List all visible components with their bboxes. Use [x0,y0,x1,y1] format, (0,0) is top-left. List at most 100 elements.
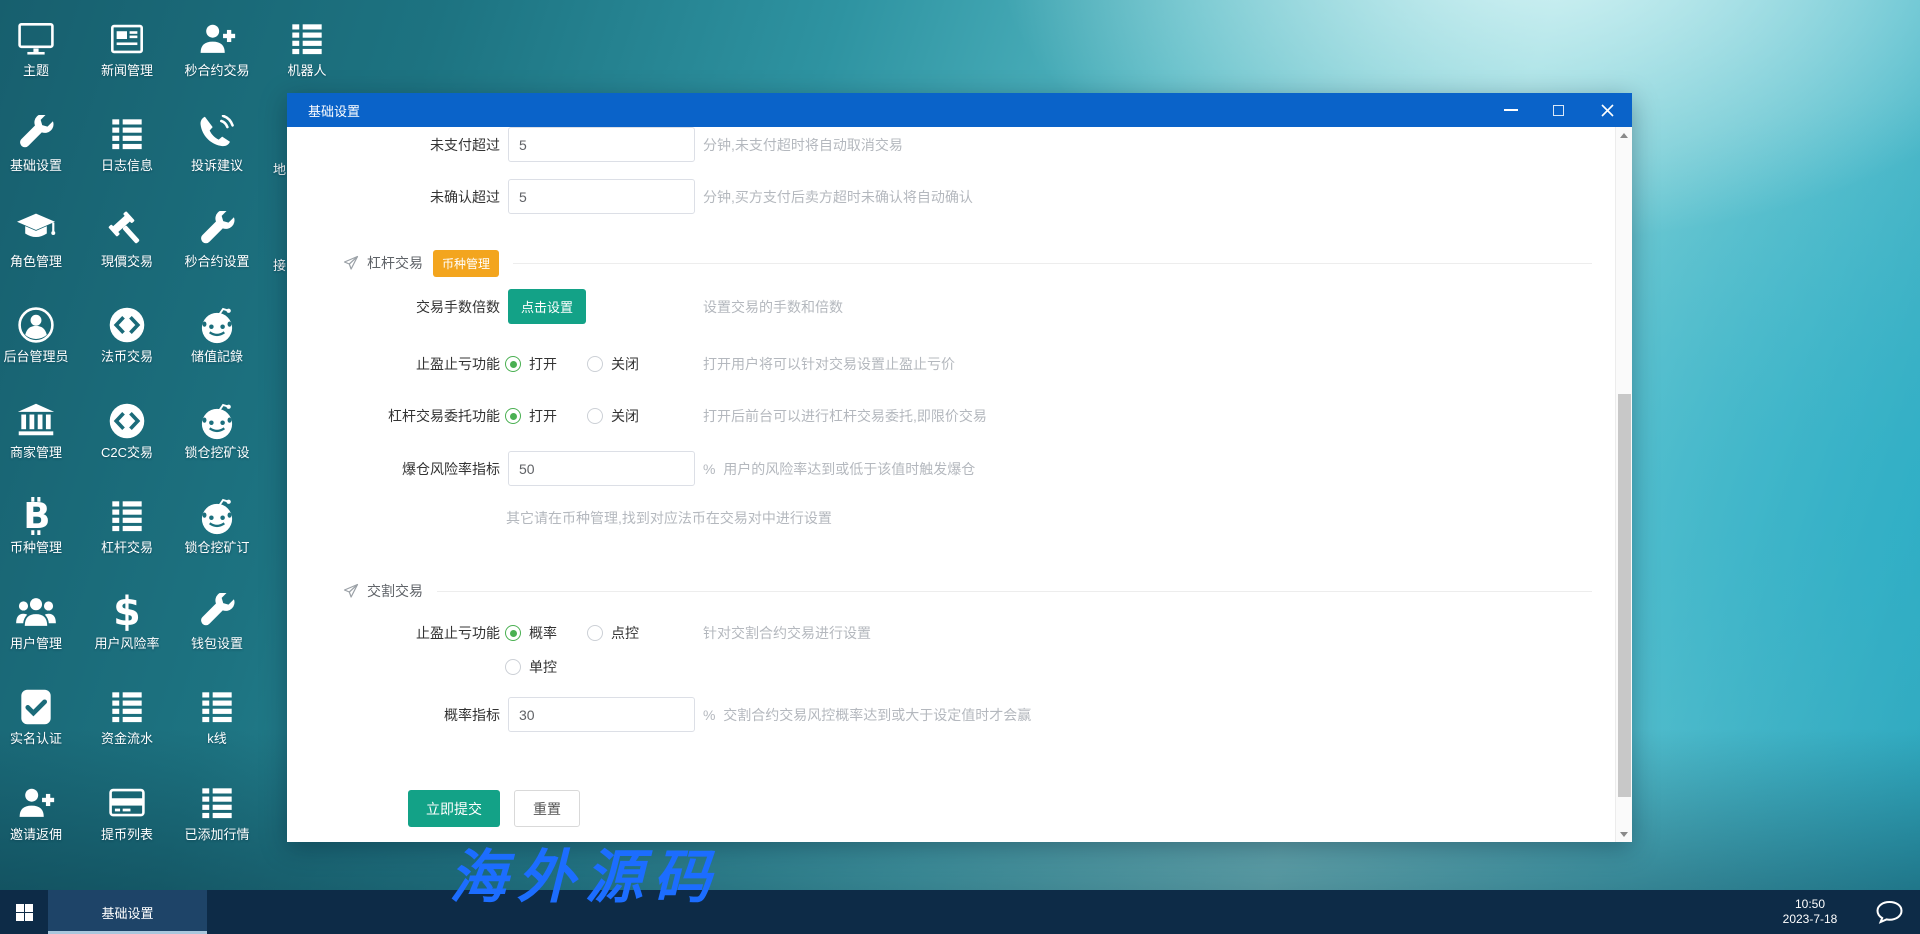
desktop-icon-label: 储值記錄 [190,349,243,364]
probability-indicator-input[interactable] [508,697,695,732]
reset-button[interactable]: 重置 [514,790,580,827]
window-titlebar[interactable]: 基础设置 [287,93,1632,127]
radio-unselected-icon [587,408,603,424]
section-title: 杠杆交易 [367,255,423,271]
wrench-icon [162,593,272,631]
radio-option-label: 概率 [529,625,557,641]
field-helper-text: 打开用户将可以针对交易设置止盈止亏价 [703,356,955,372]
svg-text:$: $ [113,593,141,631]
taskbar-item-label: 基础设置 [101,905,154,921]
form-row-delivery-stop-profit-loss: 止盈止亏功能 概率 点控 针对交割合约交易进行设置 [287,621,1615,645]
desktop-icon[interactable]: 投诉建议 [162,115,272,173]
field-label: 爆仓风险率指标 [402,460,500,477]
field-label: 止盈止亏功能 [416,625,500,641]
liquidation-risk-rate-input[interactable] [508,451,695,486]
scrollbar-down-arrow[interactable] [1616,826,1632,842]
field-label: 止盈止亏功能 [416,356,500,372]
desktop-icon[interactable]: k线 [162,688,272,746]
radio-option[interactable]: 打开 [505,406,557,426]
radio-group: 概率 点控 [505,621,639,645]
desktop-icon-label: 已添加行情 [184,827,250,842]
desktop-icon[interactable]: 钱包设置 [162,593,272,651]
radio-option-label: 打开 [529,356,557,372]
radio-unselected-icon [587,625,603,641]
desktop: 主题 新闻管理 秒合约交易 机器人 基础设置 日志信息 投诉建议 角色管理 現價… [0,0,1920,934]
radio-option-label: 单控 [529,659,557,675]
radio-unselected-icon [587,356,603,372]
desktop-icon-label-partial: 接 [273,258,287,273]
taskbar-item-basic-settings[interactable]: 基础设置 [48,890,207,934]
field-helper-text: 分钟,买方支付后卖方超时未确认将自动确认 [703,188,973,205]
field-helper-text: 针对交割合约交易进行设置 [703,625,871,641]
list-icon [162,784,272,822]
windows-logo-icon [15,903,33,921]
desktop-icon-label: 秒合约设置 [184,254,250,269]
start-button[interactable] [0,890,48,934]
desktop-icon[interactable]: 已添加行情 [162,784,272,842]
scrollbar-up-arrow[interactable] [1616,127,1632,143]
desktop-icon-label: 锁仓挖矿订 [184,540,250,555]
desktop-icon[interactable]: 储值記錄 [162,306,272,364]
radio-option[interactable]: 关闭 [587,406,639,426]
leverage-section: 杠杆交易 币种管理 [343,248,1592,278]
scrollbar-thumb[interactable] [1618,394,1631,797]
click-to-set-button[interactable]: 点击设置 [508,289,587,324]
radio-option-label: 打开 [529,408,557,424]
form-row-lots-multiplier: 交易手数倍数 点击设置 设置交易的手数和倍数 [287,289,1615,324]
form-row-stop-profit-loss: 止盈止亏功能 打开 关闭 打开用户将可以针对交易设置止盈止亏价 [287,352,1615,376]
reddit-icon [162,497,272,535]
field-label: 杠杆交易委托功能 [388,408,500,424]
desktop-icon-label-partial: 地 [273,162,287,177]
form-row-unpaid-timeout: 未支付超过 分钟,未支付超时将自动取消交易 [287,127,1615,162]
field-label: 未确认超过 [430,188,500,205]
list-icon [252,20,362,58]
radio-option[interactable]: 点控 [587,623,639,643]
form-row-unconfirmed-timeout: 未确认超过 分钟,买方支付后卖方超时未确认将自动确认 [287,179,1615,214]
submit-button[interactable]: 立即提交 [408,790,500,827]
radio-option[interactable]: 概率 [505,623,557,643]
paper-plane-icon [343,255,359,270]
maximize-icon [1552,104,1564,116]
field-helper-text: % 交割合约交易风控概率达到或大于设定值时才会赢 [703,706,1032,723]
radio-option[interactable]: 关闭 [587,354,639,374]
form-row-liquidation-risk-rate: 爆仓风险率指标 % 用户的风险率达到或低于该值时触发爆仓 [287,451,1615,486]
form-actions: 立即提交 重置 [287,790,1615,827]
desktop-icon[interactable]: 锁仓挖矿订 [162,497,272,555]
field-helper-text: % 用户的风险率达到或低于该值时触发爆仓 [703,460,976,477]
desktop-icon[interactable]: 秒合约设置 [162,211,272,269]
desktop-icon-label: 投诉建议 [190,158,243,173]
taskbar-clock[interactable]: 10:50 2023-7-18 [1755,897,1865,927]
field-label: 概率指标 [444,706,500,723]
radio-unselected-icon [505,659,521,675]
radio-group: 打开 关闭 [505,352,639,376]
form-row-delivery-stop-profit-loss-line2: 单控 [287,655,1615,679]
radio-option[interactable]: 单控 [505,657,557,677]
desktop-icon-label: 机器人 [287,63,327,78]
radio-group: 单控 [505,655,557,679]
list-icon [162,688,272,726]
section-divider [513,262,1592,264]
field-label: 未支付超过 [430,136,500,153]
clock-date: 2023-7-18 [1782,912,1838,926]
minimize-button[interactable] [1491,93,1531,127]
currency-manage-button[interactable]: 币种管理 [433,249,500,277]
radio-option[interactable]: 打开 [505,354,557,374]
unpaid-timeout-input[interactable] [508,127,695,162]
desktop-icon[interactable]: 锁仓挖矿设 [162,402,272,460]
unconfirmed-timeout-input[interactable] [508,179,695,214]
delivery-section: 交割交易 [343,576,1592,606]
clock-time: 10:50 [1794,897,1826,911]
paper-plane-icon [343,583,359,598]
radio-selected-icon [505,625,521,641]
maximize-button[interactable] [1538,93,1578,127]
note-text: 其它请在币种管理,找到对应法币在交易对中进行设置 [506,510,832,526]
field-label: 交易手数倍数 [416,298,500,315]
desktop-icon[interactable]: 机器人 [252,20,362,78]
chat-icon[interactable] [1875,900,1904,929]
form-row-leverage-entrust: 杠杆交易委托功能 打开 关闭 打开后前台可以进行杠杆交易委托,即限价交易 [287,404,1615,428]
field-helper-text: 分钟,未支付超时将自动取消交易 [703,136,903,153]
desktop-icon-label: 钱包设置 [190,636,243,651]
close-button[interactable] [1587,93,1627,127]
leverage-note: 其它请在币种管理,找到对应法币在交易对中进行设置 [287,508,1615,528]
radio-option-label: 关闭 [611,408,639,424]
